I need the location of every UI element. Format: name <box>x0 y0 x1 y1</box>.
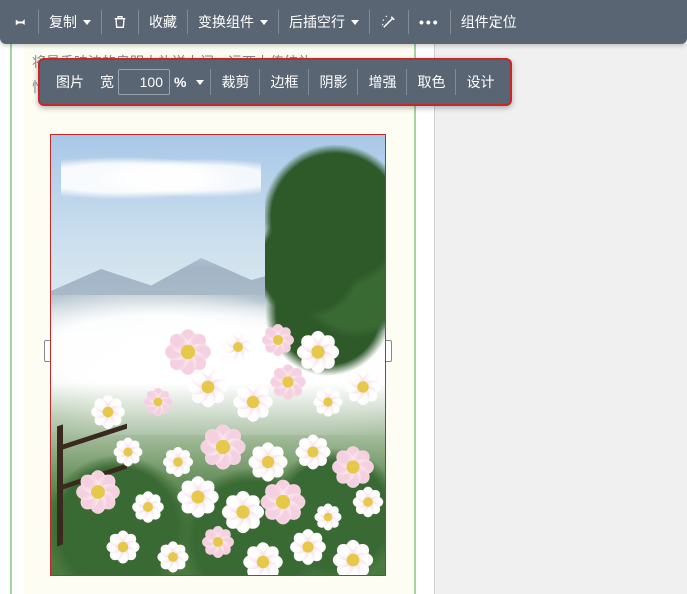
pick-color-label: 取色 <box>417 72 445 92</box>
left-gutter <box>0 44 12 594</box>
separator <box>450 10 451 34</box>
left-gutter-inner <box>12 44 24 594</box>
selected-image[interactable] <box>50 134 386 576</box>
insert-blank-after-label: 后插空行 <box>289 12 345 32</box>
separator <box>187 10 188 34</box>
shadow-label: 阴影 <box>319 72 347 92</box>
insert-blank-after-button[interactable]: 后插空行 <box>281 0 367 44</box>
component-locate-label: 组件定位 <box>461 12 517 32</box>
transform-component-button[interactable]: 变换组件 <box>190 0 276 44</box>
component-locate-button[interactable]: 组件定位 <box>453 0 525 44</box>
transform-component-label: 变换组件 <box>198 12 254 32</box>
delete-button[interactable] <box>104 0 136 44</box>
separator <box>38 10 39 34</box>
width-label: 宽 <box>100 72 114 92</box>
right-panel <box>434 44 687 594</box>
separator <box>278 10 279 34</box>
copy-button[interactable]: 复制 <box>41 0 99 44</box>
image-toolbar: 图片 宽 % 裁剪 边框 阴影 增强 取色 设计 <box>38 58 512 106</box>
border-button[interactable]: 边框 <box>260 60 308 104</box>
column-gap <box>416 44 434 594</box>
favorite-button[interactable]: 收藏 <box>141 0 185 44</box>
favorite-label: 收藏 <box>149 12 177 32</box>
chevron-down-icon[interactable] <box>196 80 204 85</box>
unit-label: % <box>174 74 186 90</box>
border-label: 边框 <box>270 72 298 92</box>
chevron-down-icon <box>351 20 359 25</box>
width-input[interactable] <box>118 69 170 95</box>
enhance-label: 增强 <box>368 72 396 92</box>
shadow-button[interactable]: 阴影 <box>309 60 357 104</box>
design-label: 设计 <box>466 72 494 92</box>
main-toolbar: 复制 收藏 变换组件 后插空行 ••• 组件定位 <box>0 0 687 44</box>
chevron-down-icon <box>83 20 91 25</box>
separator <box>369 10 370 34</box>
copy-label: 复制 <box>49 12 77 32</box>
pick-color-button[interactable]: 取色 <box>407 60 455 104</box>
width-group: 宽 % <box>94 69 210 95</box>
image-toolbar-title: 图片 <box>46 72 94 92</box>
enhance-button[interactable]: 增强 <box>358 60 406 104</box>
more-button[interactable]: ••• <box>411 0 448 44</box>
separator <box>101 10 102 34</box>
chevron-down-icon <box>260 20 268 25</box>
design-button[interactable]: 设计 <box>456 60 504 104</box>
pin-icon[interactable] <box>4 0 36 44</box>
magic-wand-button[interactable] <box>372 0 406 44</box>
crop-label: 裁剪 <box>221 72 249 92</box>
separator <box>408 10 409 34</box>
crop-button[interactable]: 裁剪 <box>211 60 259 104</box>
decorative-cloud <box>61 153 261 203</box>
more-dots-icon: ••• <box>419 14 440 30</box>
separator <box>138 10 139 34</box>
